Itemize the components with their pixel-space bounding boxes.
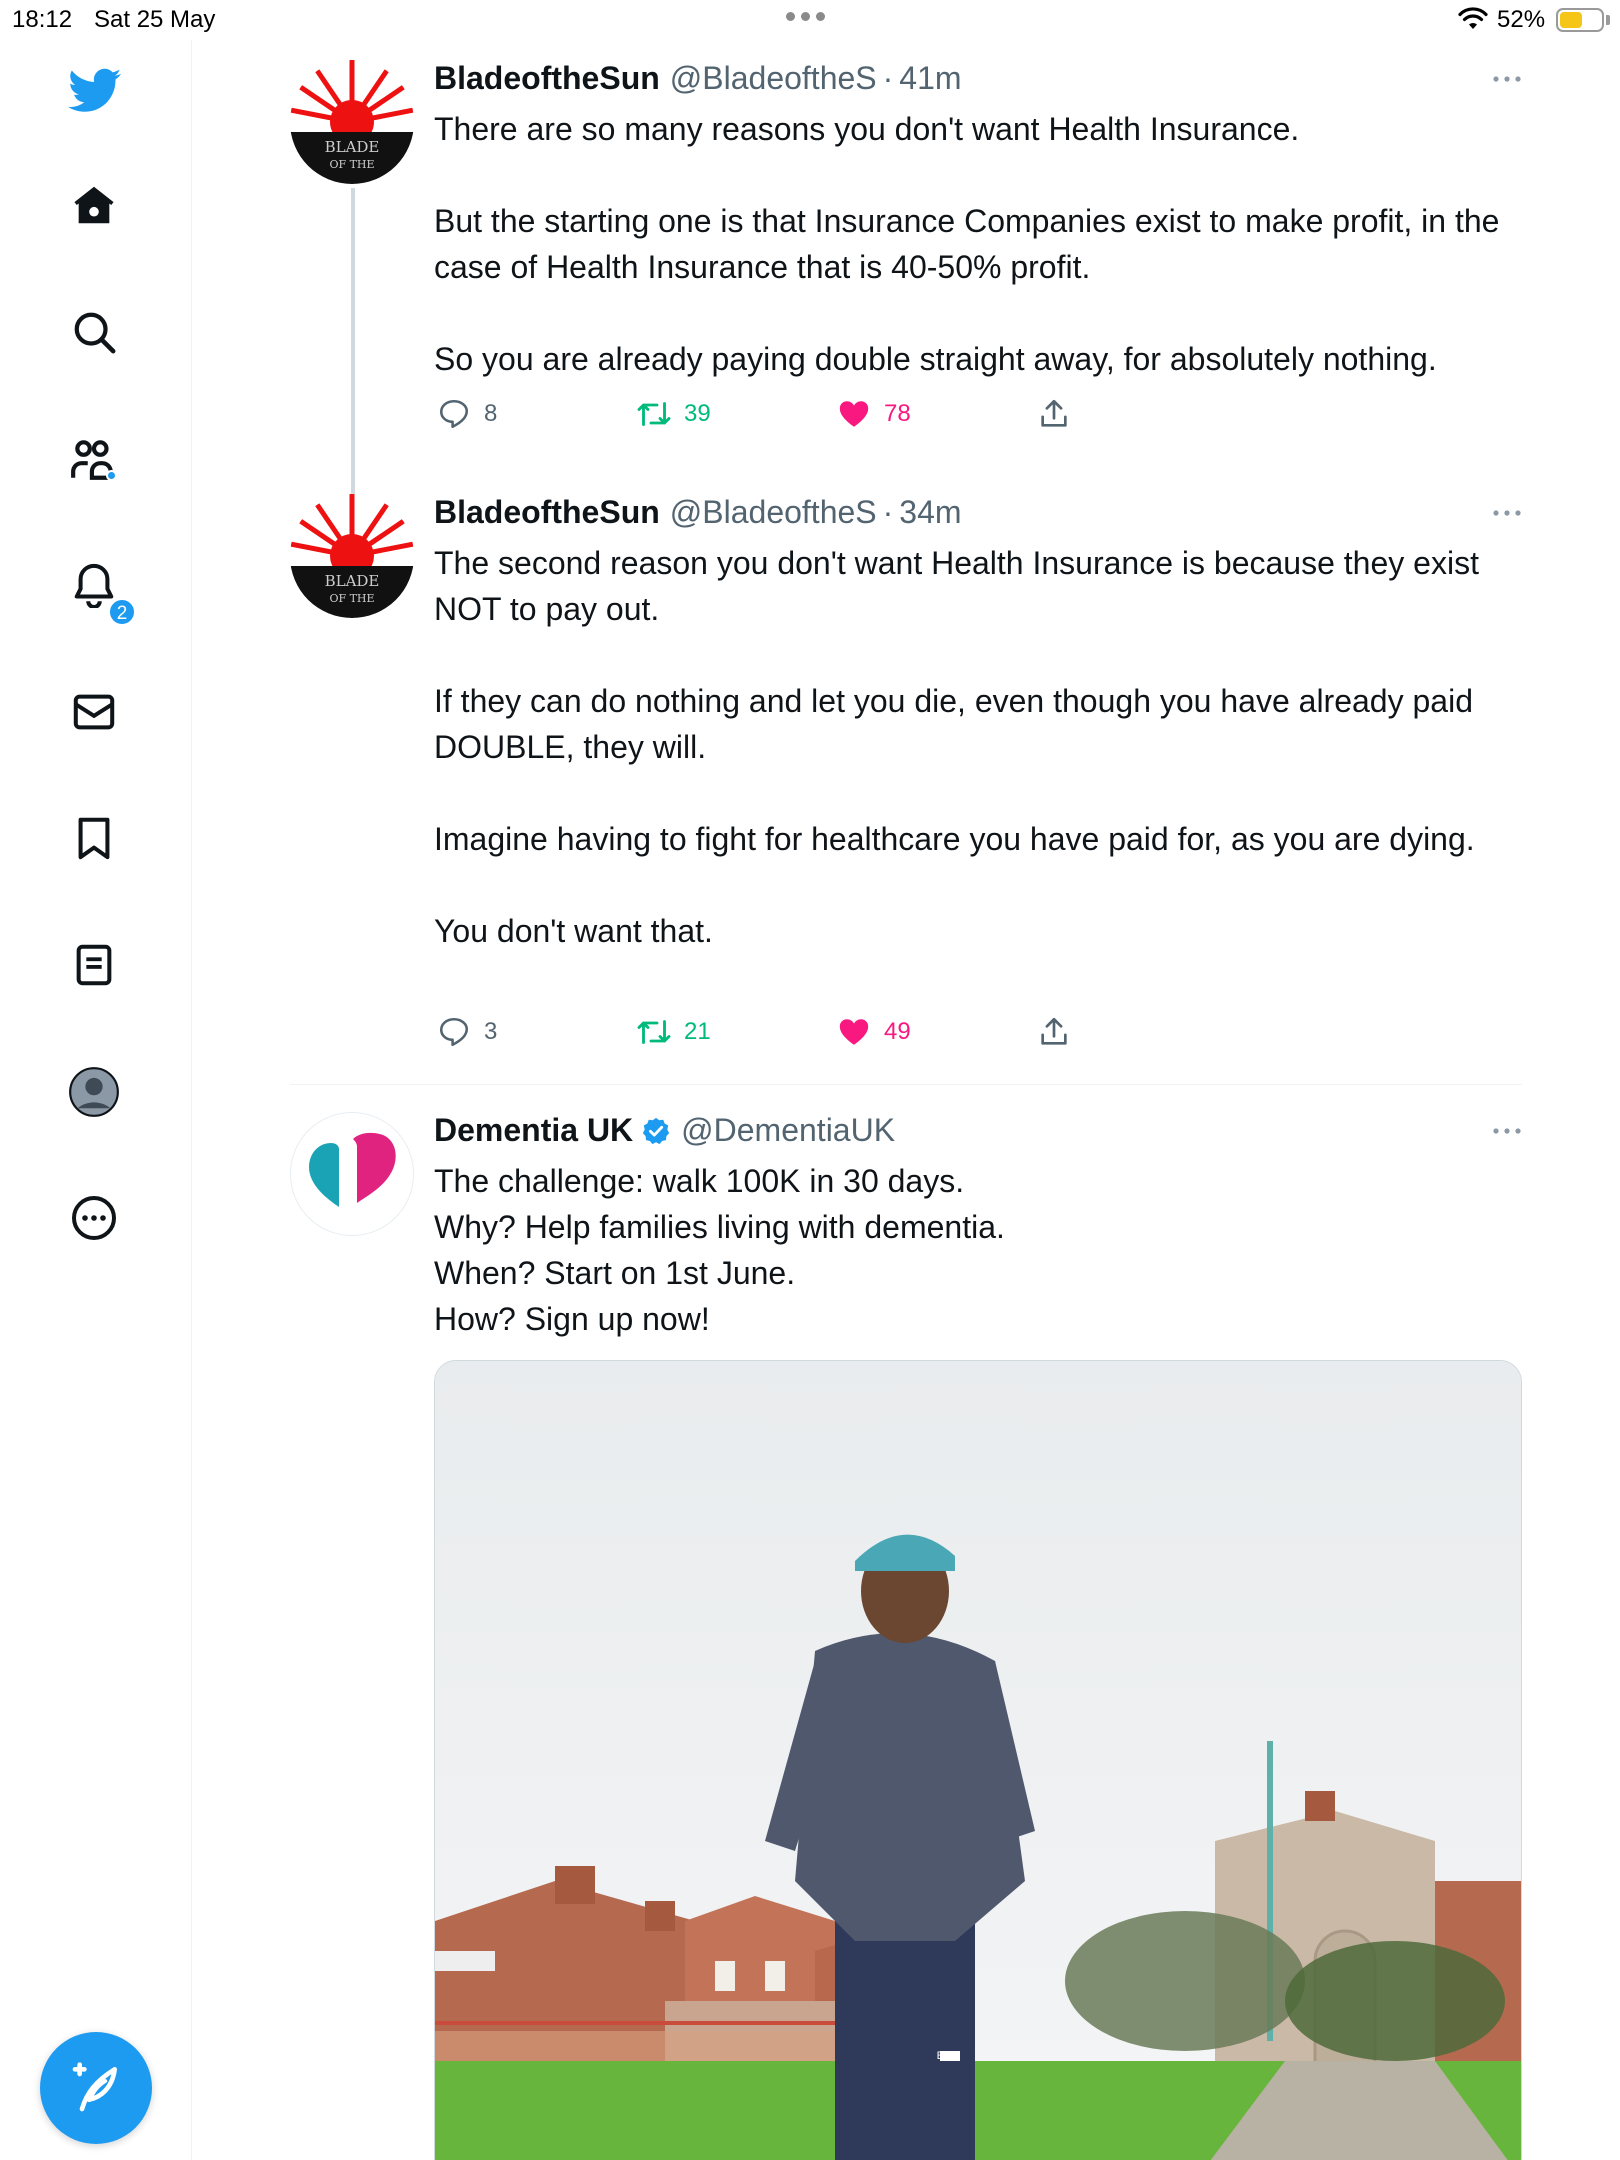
more-options-icon[interactable]: [1492, 508, 1522, 518]
tweet-line: The challenge: walk 100K in 30 days.: [434, 1163, 965, 1199]
tweet-line: How? Sign up now!: [434, 1301, 710, 1337]
svg-text:OF THE: OF THE: [329, 158, 374, 171]
tweet-time[interactable]: 34m: [899, 494, 961, 531]
tweet-paragraph: The second reason you don't want Health …: [434, 545, 1479, 627]
author-handle[interactable]: @DementiaUK: [681, 1112, 895, 1149]
verified-badge-icon: [641, 1116, 671, 1146]
like-button[interactable]: 49: [834, 1012, 911, 1052]
tweet-paragraph: But the starting one is that Insurance C…: [434, 203, 1500, 285]
retweet-icon: [634, 1012, 674, 1052]
multitasking-dots-icon[interactable]: [786, 12, 825, 21]
share-icon: [1034, 1012, 1074, 1052]
more-options-icon[interactable]: [1492, 74, 1522, 84]
tweet-paragraph: So you are already paying double straigh…: [434, 341, 1437, 377]
tweet-text: The second reason you don't want Health …: [434, 540, 1522, 954]
tweet-paragraph: There are so many reasons you don't want…: [434, 111, 1300, 147]
avatar[interactable]: BLADE OF THE: [290, 494, 414, 618]
tweet[interactable]: BLADE OF THE BladeoftheSun @BladeoftheS …: [290, 494, 1522, 1054]
tweet-line: When? Start on 1st June.: [434, 1255, 796, 1291]
separator: ·: [882, 60, 894, 96]
tweet-time[interactable]: 41m: [899, 60, 961, 97]
twitter-logo-icon[interactable]: [68, 64, 122, 118]
reply-button[interactable]: 3: [434, 1012, 497, 1052]
author-handle[interactable]: @BladeoftheS: [670, 494, 877, 531]
tweet-text: The challenge: walk 100K in 30 days. Why…: [434, 1158, 1522, 1342]
author-name[interactable]: Dementia UK: [434, 1112, 633, 1149]
more-icon[interactable]: [67, 1191, 121, 1245]
profile-icon[interactable]: [67, 1065, 121, 1119]
retweet-button[interactable]: 39: [634, 394, 711, 434]
svg-text:BLADE: BLADE: [325, 138, 380, 156]
tweet-header: BladeoftheSun @BladeoftheS · 34m: [434, 494, 962, 531]
messages-icon[interactable]: [67, 685, 121, 739]
reply-icon: [434, 1012, 474, 1052]
heart-icon: [834, 394, 874, 434]
heart-icon: [834, 1012, 874, 1052]
avatar[interactable]: BLADE OF THE: [290, 60, 414, 184]
compose-tweet-icon: [72, 2062, 117, 2112]
avatar[interactable]: [290, 1112, 414, 1236]
tweet-header: BladeoftheSun @BladeoftheS · 41m: [434, 60, 962, 97]
search-icon[interactable]: [67, 305, 121, 359]
tweet-divider: [290, 1084, 1522, 1085]
retweet-count: 21: [684, 1018, 711, 1045]
more-options-icon[interactable]: [1492, 1126, 1522, 1136]
home-icon[interactable]: [67, 178, 121, 232]
battery-icon: [1556, 8, 1604, 32]
svg-text:OF THE: OF THE: [329, 592, 374, 605]
lists-icon[interactable]: [67, 938, 121, 992]
battery-percent: 52%: [1497, 6, 1546, 33]
notifications-badge: 2: [108, 598, 136, 626]
tweet-paragraph: You don't want that.: [434, 913, 713, 949]
share-button[interactable]: [1034, 394, 1074, 434]
tweet-actions: 8 39 78: [434, 394, 1134, 434]
tweet[interactable]: Dementia UK @DementiaUK The challenge: w…: [290, 1112, 1522, 1352]
jacket-logo: EA7: [937, 2050, 958, 2062]
reply-icon: [434, 394, 474, 434]
share-icon: [1034, 394, 1074, 434]
tweet-media-photo[interactable]: EA7: [434, 1360, 1522, 2160]
author-name[interactable]: BladeoftheSun: [434, 494, 660, 531]
share-button[interactable]: [1034, 1012, 1074, 1052]
retweet-button[interactable]: 21: [634, 1012, 711, 1052]
tweet-paragraph: If they can do nothing and let you die, …: [434, 683, 1473, 765]
battery-tip: [1606, 15, 1610, 25]
reply-count: 8: [484, 400, 498, 427]
status-time: 18:12: [12, 6, 73, 33]
reply-button[interactable]: 8: [434, 394, 497, 434]
svg-text:BLADE: BLADE: [325, 572, 380, 590]
tweet[interactable]: BLADE OF THE BladeoftheSun @BladeoftheS …: [290, 60, 1522, 548]
bookmarks-icon[interactable]: [67, 811, 121, 865]
tweet-paragraph: Imagine having to fight for healthcare y…: [434, 821, 1475, 857]
wifi-icon: [1458, 7, 1488, 29]
like-button[interactable]: 78: [834, 394, 911, 434]
separator: ·: [882, 494, 894, 530]
like-count: 78: [884, 400, 911, 427]
tweet-header: Dementia UK @DementiaUK: [434, 1112, 895, 1149]
tweet-line: Why? Help families living with dementia.: [434, 1209, 1005, 1245]
status-bar: 18:12 Sat 25 May 52%: [0, 0, 1620, 40]
like-count: 49: [884, 1018, 911, 1045]
status-date: Sat 25 May: [94, 6, 216, 33]
author-name[interactable]: BladeoftheSun: [434, 60, 660, 97]
retweet-count: 39: [684, 400, 711, 427]
retweet-icon: [634, 394, 674, 434]
sidebar: 2: [0, 40, 192, 2160]
tweet-actions: 3 21 49: [434, 1012, 1134, 1052]
author-handle[interactable]: @BladeoftheS: [670, 60, 877, 97]
tweet-text: There are so many reasons you don't want…: [434, 106, 1522, 382]
compose-tweet-button[interactable]: [40, 2032, 152, 2144]
reply-count: 3: [484, 1018, 498, 1045]
communities-dot-badge: [106, 470, 117, 481]
